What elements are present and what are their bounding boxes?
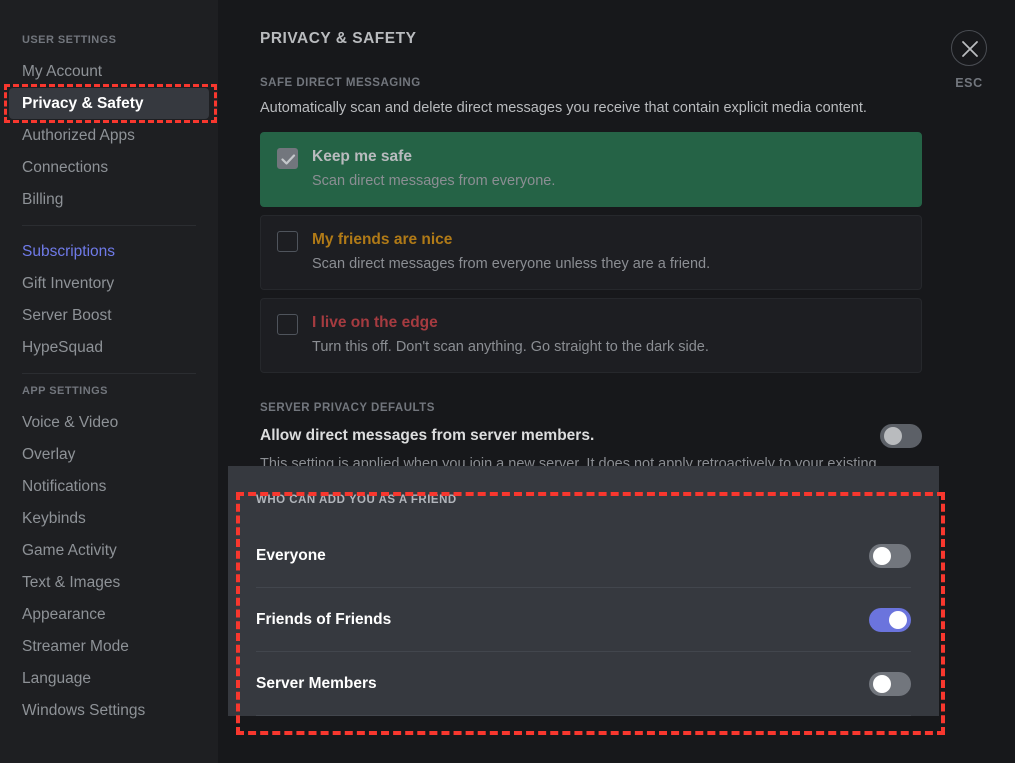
server-privacy-defaults-label: SERVER PRIVACY DEFAULTS (260, 401, 435, 414)
toggle-knob (873, 546, 891, 565)
friend-row-friends-of-friends: Friends of Friends (256, 588, 911, 652)
sidebar-item-voice-and-video[interactable]: Voice & Video (9, 407, 209, 438)
sidebar-item-subscriptions[interactable]: Subscriptions (9, 236, 209, 267)
friend-row-everyone: Everyone (256, 524, 911, 588)
settings-sidebar: USER SETTINGS My Account Privacy & Safet… (0, 0, 218, 763)
esc-label: ESC (955, 76, 983, 90)
toggle-knob (884, 426, 902, 445)
sidebar-item-my-account[interactable]: My Account (9, 56, 209, 87)
who-can-add-you-label: WHO CAN ADD YOU AS A FRIEND (256, 494, 457, 506)
sidebar-item-billing[interactable]: Billing (9, 184, 209, 215)
safe-direct-messaging-description: Automatically scan and delete direct mes… (260, 100, 867, 116)
toggle-friends-of-friends[interactable] (869, 607, 911, 632)
sidebar-item-server-boost[interactable]: Server Boost (9, 300, 209, 331)
close-icon-circle[interactable] (951, 30, 987, 66)
friend-row-label: Friends of Friends (256, 610, 392, 628)
sidebar-item-keybinds[interactable]: Keybinds (9, 503, 209, 534)
allow-dm-from-server-members-label: Allow direct messages from server member… (260, 426, 595, 444)
sidebar-item-privacy-and-safety[interactable]: Privacy & Safety (9, 88, 209, 119)
checkbox-empty-icon[interactable] (277, 230, 298, 252)
option-title: My friends are nice (312, 230, 453, 248)
allow-dm-from-server-members-toggle[interactable] (880, 423, 922, 448)
sidebar-item-streamer-mode[interactable]: Streamer Mode (9, 631, 209, 662)
settings-window: USER SETTINGS My Account Privacy & Safet… (0, 0, 1015, 763)
option-i-live-on-the-edge[interactable]: I live on the edge Turn this off. Don't … (260, 297, 922, 373)
sidebar-divider-2 (22, 373, 196, 374)
close-icon (962, 41, 978, 57)
sidebar-item-overlay[interactable]: Overlay (9, 439, 209, 470)
who-can-add-you-as-a-friend-panel: WHO CAN ADD YOU AS A FRIEND Everyone Fri… (228, 466, 939, 716)
option-subtitle: Scan direct messages from everyone unles… (312, 255, 711, 272)
sidebar-item-gift-inventory[interactable]: Gift Inventory (9, 268, 209, 299)
sidebar-divider-1 (22, 225, 196, 226)
option-title: I live on the edge (312, 313, 438, 331)
sidebar-item-authorized-apps[interactable]: Authorized Apps (9, 120, 209, 151)
sidebar-item-notifications[interactable]: Notifications (9, 471, 209, 502)
option-my-friends-are-nice[interactable]: My friends are nice Scan direct messages… (260, 214, 922, 290)
checkbox-empty-icon[interactable] (277, 313, 298, 335)
option-title: Keep me safe (312, 147, 412, 165)
sidebar-item-game-activity[interactable]: Game Activity (9, 535, 209, 566)
page-title: PRIVACY & SAFETY (260, 30, 417, 47)
checkbox-checked-icon[interactable] (277, 147, 298, 169)
toggle-knob (873, 674, 891, 693)
toggle-knob (889, 610, 907, 629)
friend-row-server-members: Server Members (256, 652, 911, 716)
sidebar-item-connections[interactable]: Connections (9, 152, 209, 183)
sidebar-item-hypesquad[interactable]: HypeSquad (9, 332, 209, 363)
sidebar-section-app-settings: APP SETTINGS (22, 385, 108, 397)
sidebar-item-text-and-images[interactable]: Text & Images (9, 567, 209, 598)
toggle-server-members[interactable] (869, 671, 911, 696)
friend-row-label: Server Members (256, 674, 377, 692)
toggle-everyone[interactable] (869, 543, 911, 568)
settings-content: PRIVACY & SAFETY SAFE DIRECT MESSAGING A… (218, 0, 1015, 763)
safe-direct-messaging-label: SAFE DIRECT MESSAGING (260, 77, 421, 89)
sidebar-section-user-settings: USER SETTINGS (22, 34, 117, 46)
friend-row-label: Everyone (256, 546, 326, 564)
option-subtitle: Turn this off. Don't scan anything. Go s… (312, 338, 709, 355)
option-keep-me-safe[interactable]: Keep me safe Scan direct messages from e… (260, 131, 922, 207)
sidebar-item-windows-settings[interactable]: Windows Settings (9, 695, 209, 726)
sidebar-item-language[interactable]: Language (9, 663, 209, 694)
sidebar-item-appearance[interactable]: Appearance (9, 599, 209, 630)
option-subtitle: Scan direct messages from everyone. (312, 172, 556, 189)
close-settings-button[interactable]: ESC (939, 30, 999, 90)
